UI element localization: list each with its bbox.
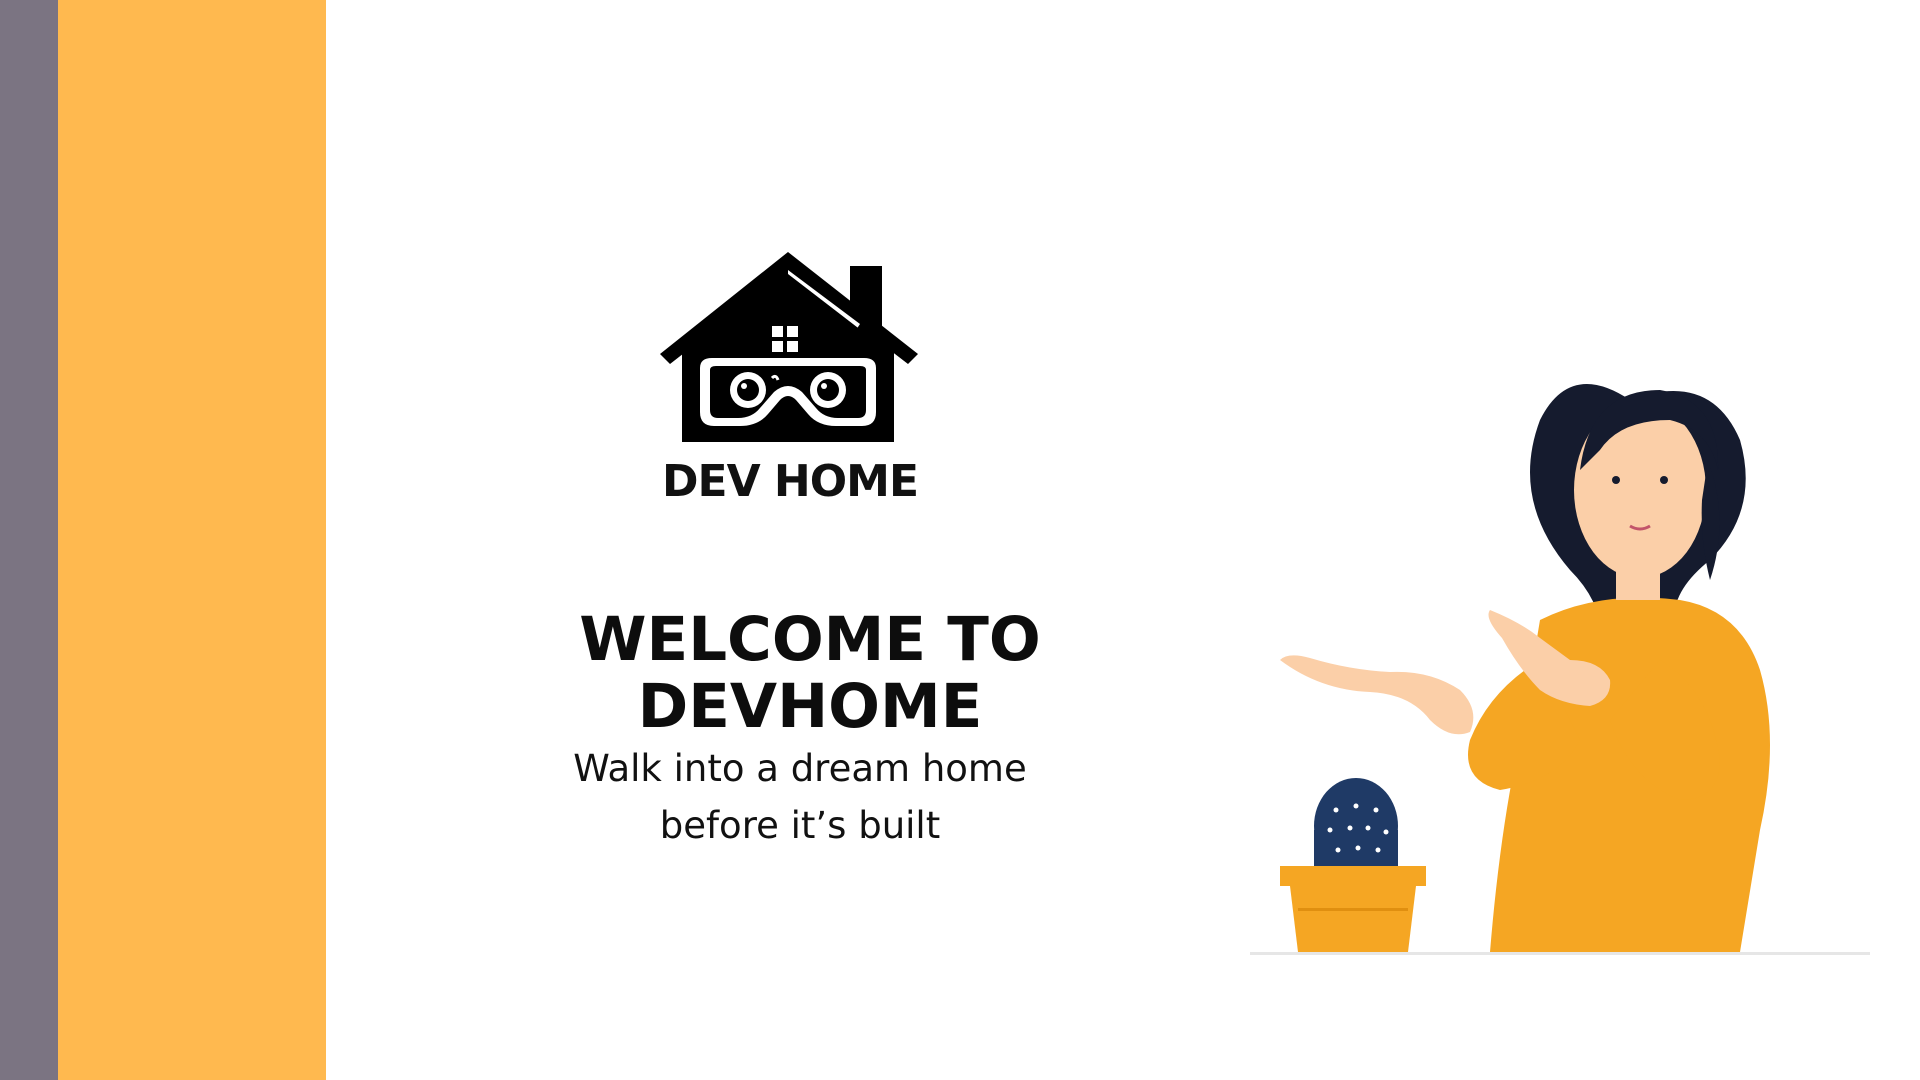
welcome-slide: DEV HOME WELCOME TO DEVHOME Walk into a … bbox=[0, 0, 1920, 1080]
house-vr-headset-icon bbox=[660, 252, 918, 442]
page-title: WELCOME TO DEVHOME bbox=[579, 604, 1041, 743]
tagline-line-1: Walk into a dream home bbox=[573, 747, 1027, 790]
devhome-logo: DEV HOME bbox=[660, 250, 930, 520]
woman-pointing-illustration bbox=[1240, 360, 1880, 970]
left-gray-stripe bbox=[0, 0, 58, 1080]
tagline: Walk into a dream home before it’s built bbox=[520, 740, 1080, 854]
tagline-line-2: before it’s built bbox=[659, 804, 941, 847]
logo-wordmark: DEV HOME bbox=[661, 456, 919, 507]
left-orange-stripe bbox=[58, 0, 326, 1080]
floor-line bbox=[1250, 952, 1870, 955]
cactus-pot-icon bbox=[1280, 778, 1426, 952]
